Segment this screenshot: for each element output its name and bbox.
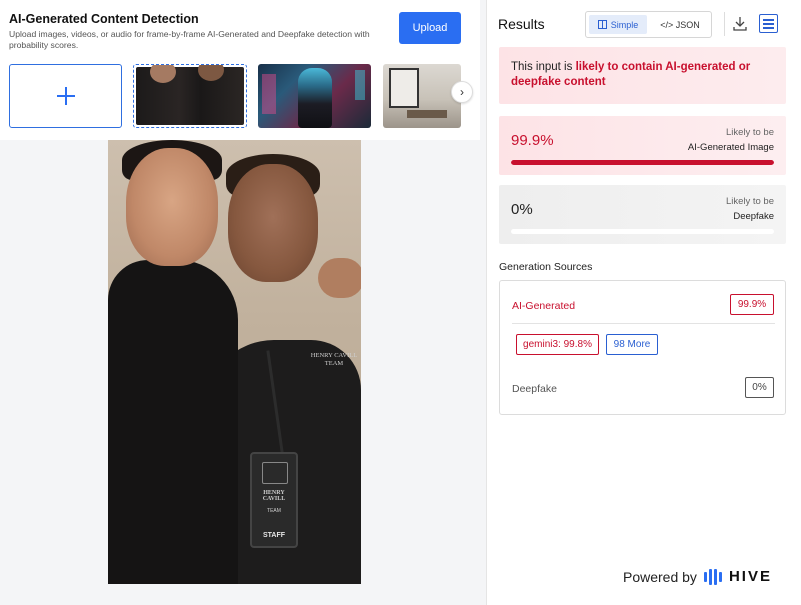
shirt-print: HENRY CAVILL TEAM	[310, 352, 358, 367]
more-sources-button[interactable]: 98 More	[606, 334, 658, 355]
download-icon[interactable]	[733, 16, 747, 32]
deepfake-score-label: Likely to be Deepfake	[725, 196, 774, 222]
plus-icon	[56, 87, 75, 105]
preview-image: HENRY CAVILL TEAM HENRY CAVILL TEAM STAF…	[108, 140, 361, 584]
ai-score-bar	[511, 160, 774, 165]
ai-score-label: Likely to be AI-Generated Image	[687, 127, 774, 153]
ai-generated-score-card: 99.9% Likely to be AI-Generated Image	[499, 116, 786, 175]
source-ai-badge: 99.9%	[730, 294, 774, 315]
generation-sources-title: Generation Sources	[499, 261, 593, 273]
hive-logo-icon	[703, 568, 722, 585]
list-icon	[597, 20, 607, 29]
upload-button[interactable]: Upload	[399, 12, 461, 44]
brand-name: HIVE	[728, 568, 772, 585]
powered-by-footer: Powered by HIVE	[623, 568, 772, 585]
results-panel: Results Simple </> JSON This input is li…	[486, 0, 801, 605]
generation-sources-card: AI-Generated 99.9% gemini3: 99.8% 98 Mor…	[499, 280, 786, 415]
media-pane: AI-Generated Content Detection Upload im…	[0, 0, 486, 605]
thumbnail-image	[136, 65, 244, 125]
page-title: AI-Generated Content Detection	[9, 12, 199, 26]
view-json-tab[interactable]: </> JSON	[652, 15, 708, 34]
chevron-right-icon[interactable]: ›	[451, 81, 473, 103]
results-title: Results	[498, 16, 545, 32]
top-source-chip[interactable]: gemini3: 99.8%	[516, 334, 599, 355]
view-toggle: Simple </> JSON	[585, 11, 712, 38]
view-simple-tab[interactable]: Simple	[589, 15, 647, 34]
sources-divider	[512, 323, 775, 324]
source-deepfake-badge: 0%	[745, 377, 774, 398]
thumbnail-selected[interactable]	[133, 64, 247, 128]
thumbnail-interior[interactable]	[383, 64, 461, 128]
media-header: AI-Generated Content Detection Upload im…	[0, 0, 480, 140]
source-deepfake-label: Deepfake	[512, 383, 557, 395]
verdict-banner: This input is likely to contain AI-gener…	[499, 47, 786, 104]
page-description: Upload images, videos, or audio for fram…	[9, 29, 370, 50]
deepfake-score-bar	[511, 229, 774, 234]
deepfake-score-value: 0%	[511, 201, 533, 218]
deepfake-score-card: 0% Likely to be Deepfake	[499, 185, 786, 244]
toolbar-divider	[724, 12, 725, 36]
source-ai-label: AI-Generated	[512, 300, 576, 312]
powered-by-text: Powered by	[623, 568, 697, 585]
report-view-icon[interactable]	[759, 14, 778, 33]
ai-score-value: 99.9%	[511, 132, 554, 149]
add-media-button[interactable]	[9, 64, 122, 128]
thumbnail-cyber-woman[interactable]	[258, 64, 371, 128]
app-root: AI-Generated Content Detection Upload im…	[0, 0, 801, 605]
ai-score-bar-fill	[511, 160, 774, 165]
staff-badge: HENRY CAVILL TEAM STAFF	[250, 452, 298, 548]
